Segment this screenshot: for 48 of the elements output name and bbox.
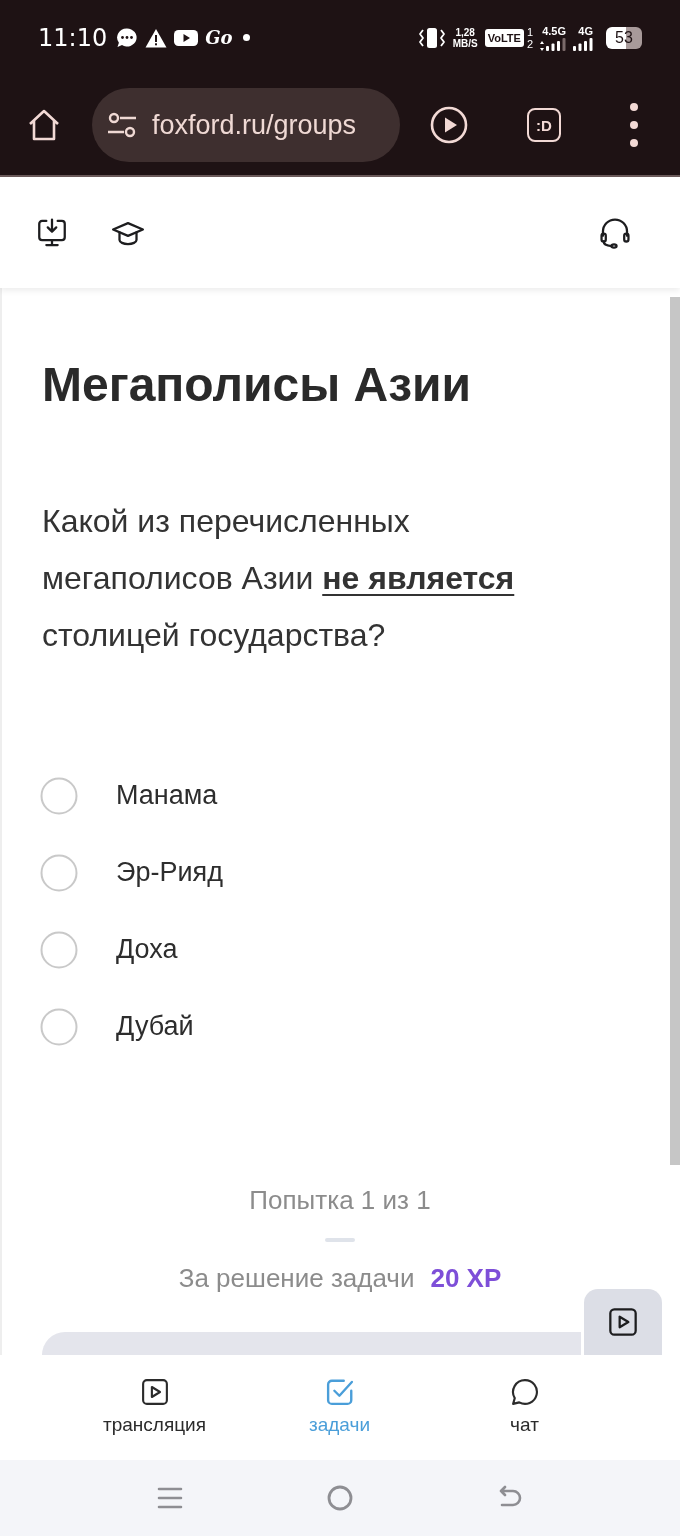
attempt-counter: Попытка 1 из 1 [249, 1184, 431, 1217]
message-icon [116, 26, 139, 49]
net-speed-value: 1,28 [455, 26, 475, 38]
reward-label: За решение задачи [178, 1262, 415, 1295]
video-button[interactable] [584, 1289, 662, 1355]
signal-icon [573, 37, 593, 51]
question-text: Какой из перечисленных мегаполисов Азии не является столицей государства? [42, 502, 516, 655]
home-circle-icon[interactable] [327, 1485, 353, 1511]
answer-option[interactable]: Доха [40, 911, 178, 988]
play-circle-icon[interactable] [430, 106, 468, 144]
clock-time: 11:10 [38, 23, 108, 52]
answer-option[interactable]: Эр-Рияд [40, 834, 223, 911]
tune-icon[interactable] [108, 112, 136, 138]
task-title: Мегаполисы Азии [42, 357, 473, 413]
radio-button[interactable] [40, 853, 78, 892]
scrollbar-thumb[interactable] [670, 297, 680, 1165]
play-square-icon [139, 1377, 170, 1407]
address-bar[interactable]: foxford.ru/groups [92, 88, 400, 162]
radio-button[interactable] [40, 930, 78, 969]
menu-icon[interactable] [157, 1485, 183, 1511]
battery-indicator: 53 [606, 26, 642, 49]
answer-option[interactable]: Манама [40, 757, 218, 834]
extension-button[interactable]: :D [527, 108, 561, 142]
video-play-icon [174, 28, 199, 47]
headset-icon[interactable] [598, 215, 632, 250]
vibrate-icon [417, 26, 446, 49]
data-arrows-icon [540, 40, 544, 51]
volte-badge: VoLTE [484, 28, 524, 47]
sim-slot-label: 1 [526, 25, 533, 38]
chat-bubble-icon [509, 1377, 540, 1407]
app-logo-text: Go [205, 27, 233, 48]
home-icon[interactable] [27, 108, 61, 142]
sim-slot-label: 2 [526, 37, 533, 50]
radio-button[interactable] [40, 776, 78, 815]
answer-option[interactable]: Дубай [40, 988, 194, 1065]
signal-icon [546, 37, 566, 51]
network-type-label: 4.5G [542, 24, 566, 37]
dot-icon [242, 34, 250, 41]
radio-button[interactable] [40, 1007, 78, 1046]
network-type-label: 4G [578, 24, 593, 37]
nav-tab[interactable]: трансляция [62, 1355, 247, 1460]
nav-tab[interactable]: чат [432, 1355, 617, 1460]
divider-dash [325, 1238, 355, 1242]
net-speed-unit: MB/S [452, 37, 478, 49]
checkbox-icon [324, 1377, 355, 1407]
play-square-icon [607, 1306, 639, 1338]
reward-points: 20 XP [430, 1262, 502, 1295]
more-menu-icon[interactable] [630, 103, 638, 147]
